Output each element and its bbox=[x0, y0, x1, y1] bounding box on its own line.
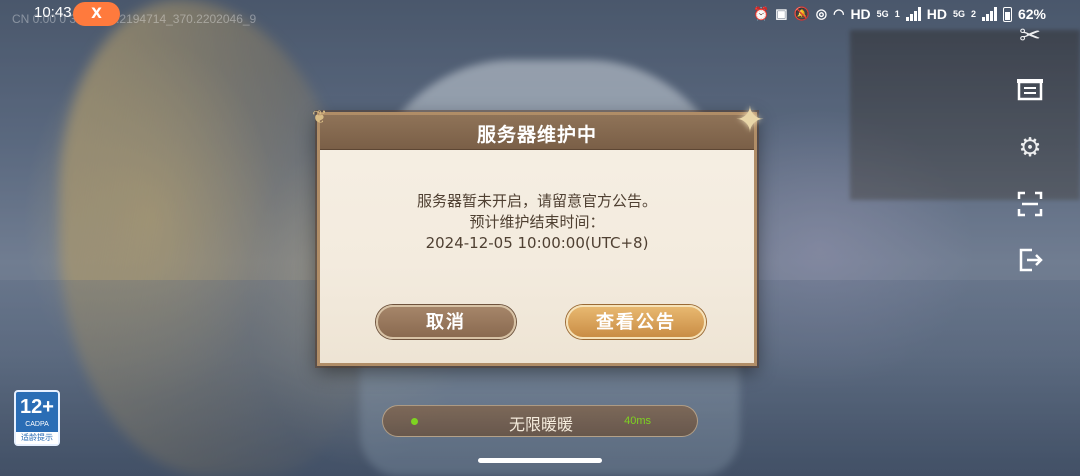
maintenance-dialog: 服务器维护中 ❦ ✦ 服务器暂未开启，请留意官方公告。 预计维护结束时间： 20… bbox=[312, 101, 765, 366]
server-name: 无限暖暖 bbox=[508, 415, 573, 434]
game-screen: CN 0.00 0 370_364.2194714_370.2202046_9 … bbox=[0, 0, 1080, 476]
wifi-icon: ◠ bbox=[833, 6, 845, 21]
scan-svg bbox=[1017, 191, 1043, 217]
tools-icon[interactable]: ✂ bbox=[1010, 16, 1050, 56]
mute-icon: 🔕 bbox=[793, 6, 810, 21]
app-badge[interactable]: X bbox=[73, 2, 120, 26]
network-1-label: HD bbox=[850, 6, 871, 22]
network-2-sim: 2 bbox=[970, 9, 976, 19]
cancel-button[interactable]: 取消 bbox=[376, 305, 516, 339]
status-time: 10:43 bbox=[34, 4, 72, 21]
maintenance-end-time: 2024-12-05 10:00:00(UTC+8) bbox=[425, 234, 649, 252]
status-bar: CN 0.00 0 370_364.2194714_370.2202046_9 … bbox=[0, 0, 1080, 28]
dialog-title: 服务器维护中 bbox=[476, 124, 597, 146]
exit-icon[interactable] bbox=[1010, 240, 1050, 280]
signal-2-icon bbox=[981, 7, 997, 21]
server-ping: 40ms bbox=[624, 415, 651, 427]
status-icons: ⏰ ▣ 🔕 ◎ ◠ HD 5G 1 HD 5G 2 62% bbox=[753, 3, 1046, 25]
gear-icon[interactable]: ⚙ bbox=[1010, 128, 1050, 168]
signal-1-icon bbox=[905, 7, 921, 21]
age-rating-badge[interactable]: 12+ CADPA 适龄提示 bbox=[14, 390, 60, 446]
server-selector[interactable]: 无限暖暖 40ms bbox=[382, 405, 698, 437]
corner-leaf-icon: ❦ bbox=[312, 107, 328, 128]
home-indicator[interactable] bbox=[478, 458, 602, 463]
network-2-label: HD bbox=[926, 6, 947, 22]
exit-svg bbox=[1019, 248, 1043, 272]
notice-board-icon[interactable] bbox=[1010, 70, 1050, 110]
notice-board-svg bbox=[1017, 79, 1043, 101]
network-2-gen: 5G bbox=[952, 9, 965, 19]
message-line-2: 预计维护结束时间： bbox=[469, 213, 605, 231]
scan-icon[interactable] bbox=[1010, 184, 1050, 224]
network-1-gen: 5G bbox=[876, 9, 889, 19]
dialog-header: 服务器维护中 bbox=[320, 115, 754, 150]
message-line-1: 服务器暂未开启，请留意官方公告。 bbox=[416, 192, 657, 210]
age-rating-org: CADPA bbox=[25, 421, 49, 428]
alarm-icon: ⏰ bbox=[753, 6, 770, 21]
network-1-sim: 1 bbox=[894, 9, 900, 19]
age-rating-number: 12+ bbox=[20, 396, 54, 418]
sparkle-star-icon: ✦ bbox=[734, 100, 766, 141]
age-rating-label: 适龄提示 bbox=[16, 432, 58, 444]
view-notice-button[interactable]: 查看公告 bbox=[566, 305, 706, 339]
nfc-icon: ▣ bbox=[775, 6, 788, 21]
dialog-message: 服务器暂未开启，请留意官方公告。 预计维护结束时间： 2024-12-05 10… bbox=[320, 191, 754, 254]
hotspot-icon: ◎ bbox=[815, 6, 828, 21]
